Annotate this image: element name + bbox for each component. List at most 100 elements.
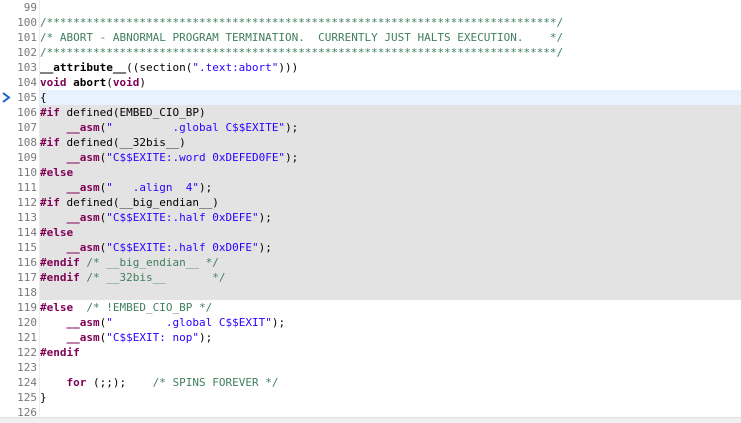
code-token: __asm (66, 181, 100, 194)
code-token: "C$$EXITE:.half 0xD0FE" (106, 241, 259, 254)
code-line[interactable]: 117 #endif /* __32bis__ */ (0, 270, 741, 285)
code-token: /* !EMBED_CIO_BP */ (86, 301, 213, 314)
code-token: #else (40, 166, 74, 179)
code-line[interactable]: 110 #else (0, 165, 741, 180)
code-line[interactable]: 114 #else (0, 225, 741, 240)
code-text[interactable]: /***************************************… (40, 45, 741, 60)
code-line[interactable]: 121 __asm("C$$EXIT: nop"); (0, 330, 741, 345)
code-text[interactable]: #if defined(__32bis__) (40, 135, 741, 150)
code-text[interactable]: #endif (40, 345, 741, 360)
code-line[interactable]: 106 #if defined(EMBED_CIO_BP) (0, 105, 741, 120)
code-line[interactable]: 103 __attribute__((section(".text:abort")… (0, 60, 741, 75)
line-number: 101 (17, 31, 37, 44)
code-line[interactable]: 112 #if defined(__big_endian__) (0, 195, 741, 210)
line-number: 99 (23, 1, 37, 14)
code-text[interactable]: __asm(" .global C$$EXITE"); (40, 120, 741, 135)
code-token: "C$$EXITE:.word 0xDEFED0FE" (106, 151, 286, 164)
line-number: 118 (17, 286, 37, 299)
code-line[interactable]: 101/* ABORT - ABNORMAL PROGRAM TERMINATI… (0, 30, 741, 45)
code-token: __asm (66, 211, 100, 224)
code-line[interactable]: 104 void abort(void) (0, 75, 741, 90)
horizontal-scrollbar[interactable] (0, 417, 741, 423)
code-token: ); (285, 121, 299, 134)
code-token: ); (198, 181, 213, 194)
code-token: /***************************************… (40, 46, 564, 59)
code-token: #endif (40, 271, 80, 284)
code-token: void (40, 76, 67, 89)
code-text[interactable]: #else (40, 165, 741, 180)
code-line[interactable]: 123 (0, 360, 741, 375)
code-line[interactable]: 122 #endif (0, 345, 741, 360)
line-number: 102 (17, 46, 37, 59)
code-line[interactable]: 119 #else /* !EMBED_CIO_BP */ (0, 300, 741, 315)
code-token: " .global C$$EXITE" (106, 121, 286, 134)
code-text[interactable]: #if defined(EMBED_CIO_BP) (40, 105, 741, 120)
code-text[interactable] (40, 285, 741, 300)
code-line[interactable]: 107 __asm(" .global C$$EXITE"); (0, 120, 741, 135)
code-text[interactable]: __attribute__((section(".text:abort"))) (40, 60, 741, 75)
code-token: #else (40, 301, 74, 314)
current-line-arrow-icon (2, 92, 12, 103)
code-token: abort (73, 76, 107, 89)
code-text[interactable]: #if defined(__big_endian__) (40, 195, 741, 210)
code-token: ))) (278, 61, 299, 74)
code-token: " .global C$$EXIT" (106, 316, 272, 329)
code-text[interactable] (40, 0, 741, 15)
code-token: (;;); (86, 376, 153, 389)
code-line[interactable]: 109 __asm("C$$EXITE:.word 0xDEFED0FE"); (0, 150, 741, 165)
line-number: 123 (17, 361, 37, 374)
line-number: 109 (17, 151, 37, 164)
code-token: void (112, 76, 140, 89)
code-text[interactable]: /***************************************… (40, 15, 741, 30)
code-token: __asm (66, 241, 100, 254)
code-text[interactable]: /* ABORT - ABNORMAL PROGRAM TERMINATION.… (40, 30, 741, 45)
code-text[interactable]: #else (40, 225, 741, 240)
code-text[interactable]: __asm(" .align 4"); (40, 180, 741, 195)
line-number: 111 (17, 181, 37, 194)
code-token: #else (40, 226, 74, 239)
code-line[interactable]: 115 __asm("C$$EXITE:.half 0xD0FE"); (0, 240, 741, 255)
code-text[interactable] (40, 360, 741, 375)
code-line[interactable]: 118 (0, 285, 741, 300)
code-text[interactable]: __asm("C$$EXITE:.half 0xD0FE"); (40, 240, 741, 255)
code-line[interactable]: 105{ (0, 90, 741, 105)
code-line[interactable]: 125} (0, 390, 741, 405)
code-token: #if (40, 196, 60, 209)
code-line[interactable]: 113 __asm("C$$EXITE:.half 0xDEFE"); (0, 210, 741, 225)
code-text[interactable]: __asm("C$$EXITE:.half 0xDEFE"); (40, 210, 741, 225)
code-text[interactable]: #endif /* __big_endian__ */ (40, 255, 741, 270)
code-token: #if (40, 106, 60, 119)
code-line[interactable]: 124 for (;;); /* SPINS FOREVER */ (0, 375, 741, 390)
code-line[interactable]: 116 #endif /* __big_endian__ */ (0, 255, 741, 270)
code-line[interactable]: 108 #if defined(__32bis__) (0, 135, 741, 150)
code-token: __asm (66, 331, 100, 344)
line-number: 116 (17, 256, 37, 269)
code-text[interactable]: { (40, 90, 741, 105)
code-editor[interactable]: 99 100/**********************************… (0, 0, 741, 423)
code-line[interactable]: 102/************************************… (0, 45, 741, 60)
code-text[interactable]: } (40, 390, 741, 405)
code-line[interactable]: 120 __asm(" .global C$$EXIT"); (0, 315, 741, 330)
code-text[interactable]: __asm(" .global C$$EXIT"); (40, 315, 741, 330)
code-line[interactable]: 99 (0, 0, 741, 15)
code-line[interactable]: 111 __asm(" .align 4"); (0, 180, 741, 195)
line-number: 110 (17, 166, 37, 179)
code-text[interactable]: void abort(void) (40, 75, 741, 90)
code-text[interactable]: for (;;); /* SPINS FOREVER */ (40, 375, 741, 390)
code-token: ); (258, 241, 272, 254)
code-text[interactable]: #endif /* __32bis__ */ (40, 270, 741, 285)
line-number: 125 (17, 391, 37, 404)
code-token: /***************************************… (40, 16, 564, 29)
line-number: 114 (17, 226, 37, 239)
code-token: #endif (40, 256, 80, 269)
line-number: 119 (17, 301, 37, 314)
code-text[interactable]: __asm("C$$EXIT: nop"); (40, 330, 741, 345)
code-text[interactable]: #else /* !EMBED_CIO_BP */ (40, 300, 741, 315)
code-line[interactable]: 100/************************************… (0, 15, 741, 30)
code-text[interactable]: __asm("C$$EXITE:.word 0xDEFED0FE"); (40, 150, 741, 165)
